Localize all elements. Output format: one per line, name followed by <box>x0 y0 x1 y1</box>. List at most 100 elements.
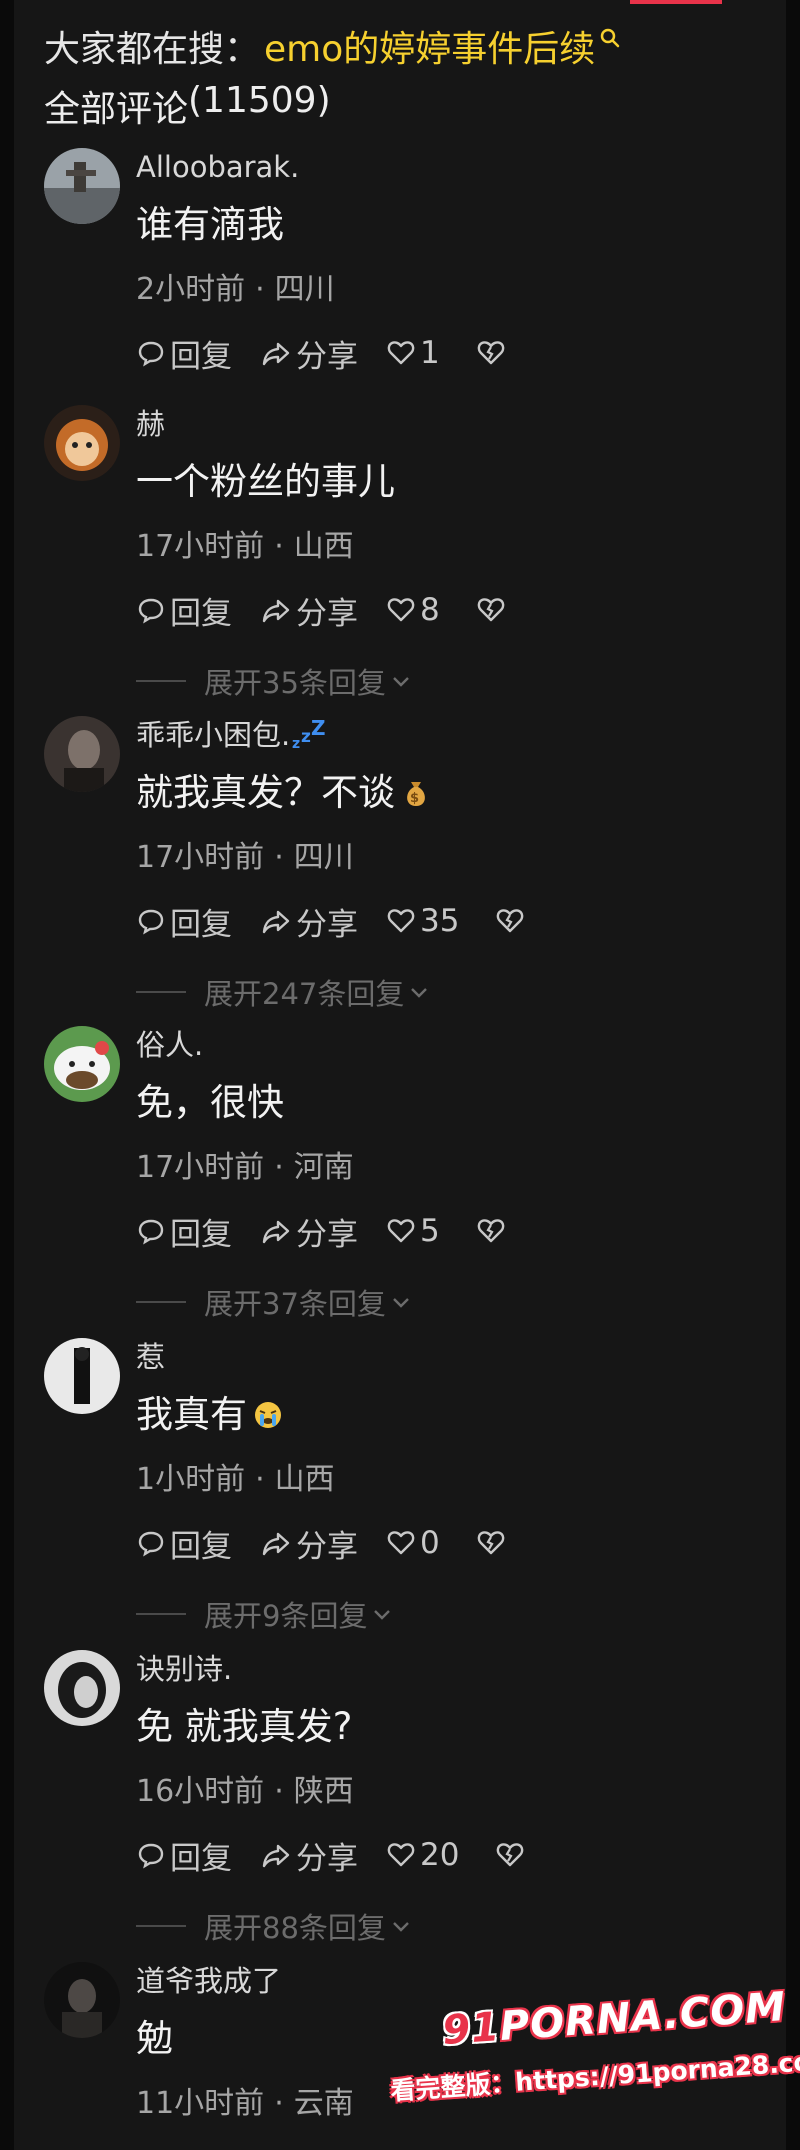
reply-icon <box>138 341 164 367</box>
expand-replies[interactable]: 展开9条回复 <box>136 1594 756 1634</box>
comment-text: 谁有滴我 <box>136 203 284 246</box>
share-button[interactable]: 分享 <box>260 1521 358 1566</box>
comment-text: 免，很快 <box>136 1081 284 1124</box>
like-button[interactable]: 1 <box>386 335 440 371</box>
dislike-button[interactable] <box>495 906 529 936</box>
reply-button[interactable]: 回复 <box>136 899 232 944</box>
heart-icon <box>387 909 415 933</box>
avatar[interactable] <box>44 405 120 481</box>
avatar[interactable] <box>44 1338 120 1414</box>
trending-search-bar[interactable]: 大家都在搜： emo的婷婷事件后续 <box>44 18 621 74</box>
heart-icon <box>387 341 415 365</box>
like-count: 35 <box>420 903 460 939</box>
share-icon <box>262 910 290 934</box>
like-count: 20 <box>420 1837 460 1873</box>
comment-location: 云南 <box>293 2086 354 2121</box>
trending-search-term[interactable]: emo的婷婷事件后续 <box>264 20 595 72</box>
search-icon[interactable] <box>599 27 621 49</box>
svg-text:Z: Z <box>311 718 326 740</box>
expand-replies[interactable]: 展开247条回复 <box>136 972 756 1012</box>
svg-text:$: $ <box>410 791 419 806</box>
dislike-button[interactable] <box>476 595 510 625</box>
reply-icon <box>138 1843 164 1869</box>
comment-meta: 1小时前 · 山西 <box>136 1460 756 1500</box>
avatar[interactable] <box>44 716 120 792</box>
comment-meta: 17小时前 · 河南 <box>136 1148 756 1188</box>
dislike-button[interactable] <box>495 1840 529 1870</box>
reply-button[interactable]: 回复 <box>136 1521 232 1566</box>
avatar[interactable] <box>44 1650 120 1726</box>
username[interactable]: 俗人. <box>136 1026 756 1064</box>
expand-replies[interactable]: 展开37条回复 <box>136 1282 756 1322</box>
comment-time: 17小时前 <box>136 1150 265 1185</box>
expand-replies[interactable]: 展开35条回复 <box>136 661 756 701</box>
watermark-logo-number: 91 <box>440 2004 502 2054</box>
comment-time: 16小时前 <box>136 1774 265 1809</box>
comment-text: 我真有 <box>136 1390 756 1440</box>
reply-icon <box>138 1531 164 1557</box>
comment-time: 17小时前 <box>136 529 265 564</box>
avatar[interactable] <box>44 1962 120 2038</box>
reply-label: 回复 <box>170 595 232 632</box>
reply-button[interactable]: 回复 <box>136 1209 232 1254</box>
reply-button[interactable]: 回复 <box>136 588 232 633</box>
username[interactable]: 赫 <box>136 405 756 443</box>
reply-icon <box>138 598 164 624</box>
username[interactable]: Alloobarak. <box>136 148 756 186</box>
reply-label: 回复 <box>170 1840 232 1877</box>
like-button[interactable]: 0 <box>386 1525 440 1561</box>
comment-location: 山西 <box>274 1462 335 1497</box>
share-button[interactable]: 分享 <box>260 1833 358 1878</box>
like-button[interactable]: 20 <box>386 1837 459 1873</box>
like-button[interactable]: 5 <box>386 1213 440 1249</box>
comment-actions: 回复 分享 0 <box>136 1521 756 1566</box>
avatar[interactable] <box>44 1026 120 1102</box>
comment-meta: 17小时前 · 山西 <box>136 527 756 567</box>
comment-location: 陕西 <box>293 1774 354 1809</box>
comment-actions: 回复 分享 35 <box>136 899 756 944</box>
share-icon <box>262 1532 290 1556</box>
comments-screen: 大家都在搜： emo的婷婷事件后续 全部评论 (11509) Alloobara… <box>0 0 800 2150</box>
reply-label: 回复 <box>170 906 232 943</box>
share-button[interactable]: 分享 <box>260 331 358 376</box>
chevron-down-icon <box>393 1298 409 1308</box>
heart-icon <box>387 1843 415 1867</box>
like-button[interactable]: 8 <box>386 592 440 628</box>
comment-location: 四川 <box>274 272 335 307</box>
share-button[interactable]: 分享 <box>260 588 358 633</box>
username[interactable]: 诀别诗. <box>136 1650 756 1688</box>
comment-text-content: 我真有 <box>136 1393 247 1436</box>
comments-label: 全部评论 <box>44 89 189 130</box>
comment-meta: 2小时前 · 四川 <box>136 270 756 310</box>
username[interactable]: 惹 <box>136 1338 756 1376</box>
share-label: 分享 <box>296 1216 358 1253</box>
expand-replies-label: 展开247条回复 <box>204 977 405 1011</box>
crying-face-emoji-icon <box>255 1402 281 1428</box>
top-accent-bar <box>630 0 722 4</box>
share-button[interactable]: 分享 <box>260 899 358 944</box>
expand-replies[interactable]: 展开88条回复 <box>136 1906 756 1946</box>
comment-meta: 16小时前 · 陕西 <box>136 1772 756 1812</box>
username[interactable]: 乖乖小困包. zzZ <box>136 716 756 754</box>
expand-replies-label: 展开35条回复 <box>204 666 386 700</box>
money-bag-emoji-icon: $ <box>407 782 425 806</box>
share-button[interactable]: 分享 <box>260 1209 358 1254</box>
reply-icon <box>138 909 164 935</box>
reply-button[interactable]: 回复 <box>136 331 232 376</box>
broken-heart-icon <box>477 1531 505 1555</box>
dislike-button[interactable] <box>476 1216 510 1246</box>
sleeping-zzz-icon: zzZ <box>292 718 326 752</box>
left-border <box>0 0 14 2150</box>
comment-text-content: 就我真发？不谈 <box>136 771 395 814</box>
comment-time: 17小时前 <box>136 840 265 875</box>
expand-replies-label: 展开37条回复 <box>204 1287 386 1321</box>
comment-meta: 17小时前 · 四川 <box>136 838 756 878</box>
reply-button[interactable]: 回复 <box>136 1833 232 1878</box>
like-button[interactable]: 35 <box>386 903 459 939</box>
dislike-button[interactable] <box>476 1528 510 1558</box>
comment-text: 就我真发？不谈 $ <box>136 768 756 818</box>
expand-replies-label: 展开88条回复 <box>204 1911 386 1945</box>
dislike-button[interactable] <box>476 338 510 368</box>
avatar[interactable] <box>44 148 120 224</box>
right-border <box>786 0 800 2150</box>
